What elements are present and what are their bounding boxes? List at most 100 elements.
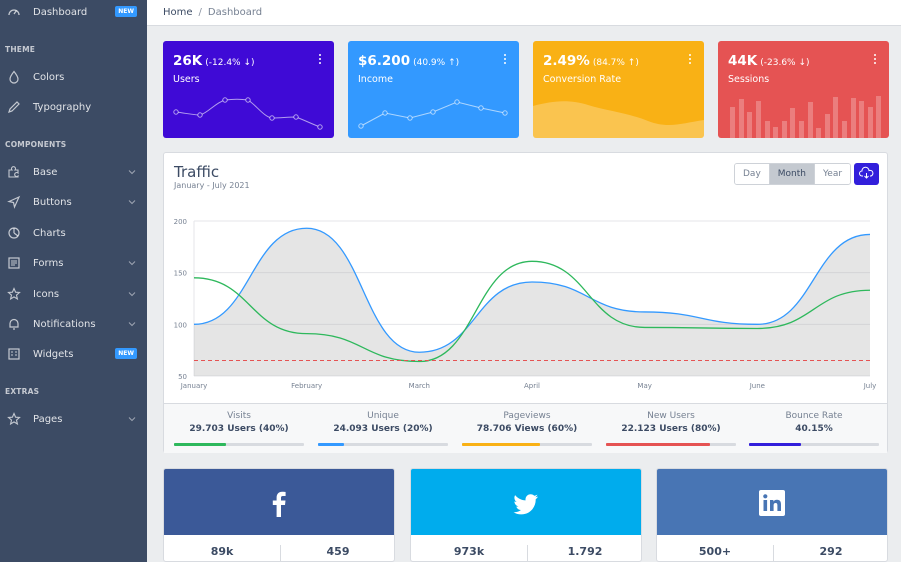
sidebar-item-pages[interactable]: Pages	[0, 404, 147, 434]
sidebar-item-buttons[interactable]: Buttons	[0, 187, 147, 217]
x-tick-label: May	[637, 382, 651, 390]
social-card-facebook: 89k 459	[163, 468, 395, 562]
sidebar-item-widgets[interactable]: Widgets NEW	[0, 339, 147, 369]
sidebar-item-label: Icons	[33, 288, 60, 300]
sidebar-item-label: Base	[33, 166, 58, 178]
section-title-components: COMPONENTS	[5, 140, 67, 149]
chevron-down-icon	[128, 200, 136, 205]
calculator-icon	[8, 348, 20, 360]
progress-bar	[606, 443, 736, 446]
series-area-0	[194, 228, 870, 376]
section-title-extras: EXTRAS	[5, 387, 40, 396]
social-card-header	[657, 469, 887, 535]
social-card-twitter: 973k 1.792	[410, 468, 642, 562]
social-right-value: 459	[326, 545, 350, 558]
sidebar-item-label: Forms	[33, 257, 64, 269]
chevron-down-icon	[128, 322, 136, 327]
summary-value: 24.093 Users (20%)	[333, 424, 433, 434]
bar-sparkline-chart	[730, 96, 881, 138]
sidebar-item-label: Buttons	[33, 196, 72, 208]
x-tick-label: February	[291, 382, 322, 390]
speedometer-icon	[8, 9, 20, 16]
social-left-value: 973k	[453, 545, 485, 558]
stat-card-conversion-rate: 2.49% (84.7% ↑) Conversion Rate	[533, 41, 704, 138]
chevron-down-icon	[128, 292, 136, 297]
sidebar-item-icons[interactable]: Icons	[0, 279, 147, 309]
y-tick-label: 50	[178, 373, 187, 381]
summary-label: New Users	[647, 411, 695, 421]
progress-fill	[606, 443, 710, 446]
traffic-subtitle: January - July 2021	[174, 181, 250, 190]
chevron-down-icon	[128, 417, 136, 422]
social-card-header	[164, 469, 394, 535]
stat-card-income: $6.200 (40.9% ↑) Income	[348, 41, 519, 138]
progress-bar	[318, 443, 448, 446]
chevron-down-icon	[128, 170, 136, 175]
summary-label: Visits	[227, 411, 251, 421]
twitter-icon	[513, 494, 538, 515]
sparkline-chart	[358, 99, 508, 129]
traffic-card: Traffic January - July 2021 Day Month Ye…	[163, 152, 888, 453]
progress-bar	[749, 443, 879, 446]
summary-label: Unique	[367, 411, 399, 421]
stat-card-users: 26K (-12.4% ↓) Users	[163, 41, 334, 138]
social-left-value: 89k	[210, 545, 234, 558]
pencil-icon	[8, 101, 20, 113]
progress-bar	[174, 443, 304, 446]
notes-icon	[8, 257, 20, 269]
download-button[interactable]	[854, 163, 879, 185]
progress-bar	[462, 443, 592, 446]
drop-icon	[9, 70, 19, 84]
summary-new-users: New Users 22.123 Users (80%)	[606, 411, 736, 446]
social-right-value: 1.792	[567, 545, 603, 558]
sidebar-item-base[interactable]: Base	[0, 157, 147, 187]
sidebar-item-forms[interactable]: Forms	[0, 248, 147, 278]
summary-label: Bounce Rate	[785, 411, 843, 421]
day-button[interactable]: Day	[735, 164, 770, 184]
sidebar-item-label: Dashboard	[33, 6, 88, 18]
period-toggle: Day Month Year	[734, 163, 852, 185]
sidebar-item-label: Notifications	[33, 318, 96, 330]
sidebar-item-label: Typography	[33, 101, 92, 113]
x-tick-label: March	[409, 382, 430, 390]
sidebar-item-label: Widgets	[33, 348, 74, 360]
sidebar-item-colors[interactable]: Colors	[0, 62, 147, 92]
sidebar-item-label: Charts	[33, 227, 66, 239]
social-card-header	[411, 469, 641, 535]
y-tick-label: 200	[174, 218, 187, 226]
sidebar-item-label: Colors	[33, 71, 65, 83]
cloud-download-icon	[859, 166, 874, 179]
sidebar-item-dashboard[interactable]: Dashboard NEW	[0, 0, 147, 27]
facebook-icon	[272, 491, 286, 517]
breadcrumb-home-link[interactable]: Home	[163, 7, 193, 18]
breadcrumb-current: Dashboard	[207, 7, 263, 18]
stat-card-sessions: 44K (-23.6% ↓) Sessions	[718, 41, 889, 138]
year-button[interactable]: Year	[815, 164, 851, 184]
summary-value: 40.15%	[795, 424, 833, 434]
x-tick-label: January	[180, 382, 208, 390]
area-sparkline-chart	[533, 101, 704, 138]
summary-unique: Unique 24.093 Users (20%)	[318, 411, 448, 446]
linkedin-icon	[759, 490, 785, 516]
sidebar-item-typography[interactable]: Typography	[0, 92, 147, 122]
month-button[interactable]: Month	[769, 164, 815, 184]
traffic-title: Traffic	[174, 163, 220, 181]
sidebar-item-label: Pages	[33, 413, 63, 425]
sidebar-item-notifications[interactable]: Notifications	[0, 309, 147, 339]
sidebar: Dashboard NEW THEME Colors Typography CO…	[0, 0, 147, 562]
traffic-line-chart: 200 150 100 50January February March April May J…	[174, 218, 877, 390]
sidebar-item-charts[interactable]: Charts	[0, 218, 147, 248]
traffic-summary: Visits 29.703 Users (40%) Unique 24.093 …	[164, 403, 887, 453]
x-tick-label: June	[749, 382, 765, 390]
chevron-down-icon	[128, 261, 136, 266]
summary-bounce-rate: Bounce Rate 40.15%	[749, 411, 879, 446]
summary-pageviews: Pageviews 78.706 Views (60%)	[462, 411, 592, 446]
progress-fill	[318, 443, 344, 446]
social-left-value: 500+	[698, 545, 732, 558]
summary-value: 29.703 Users (40%)	[189, 424, 289, 434]
breadcrumb: Home / Dashboard	[147, 0, 901, 26]
x-tick-label: July	[863, 382, 877, 390]
social-card-linkedin: 500+ 292	[656, 468, 888, 562]
y-tick-label: 150	[174, 270, 187, 278]
progress-fill	[462, 443, 540, 446]
